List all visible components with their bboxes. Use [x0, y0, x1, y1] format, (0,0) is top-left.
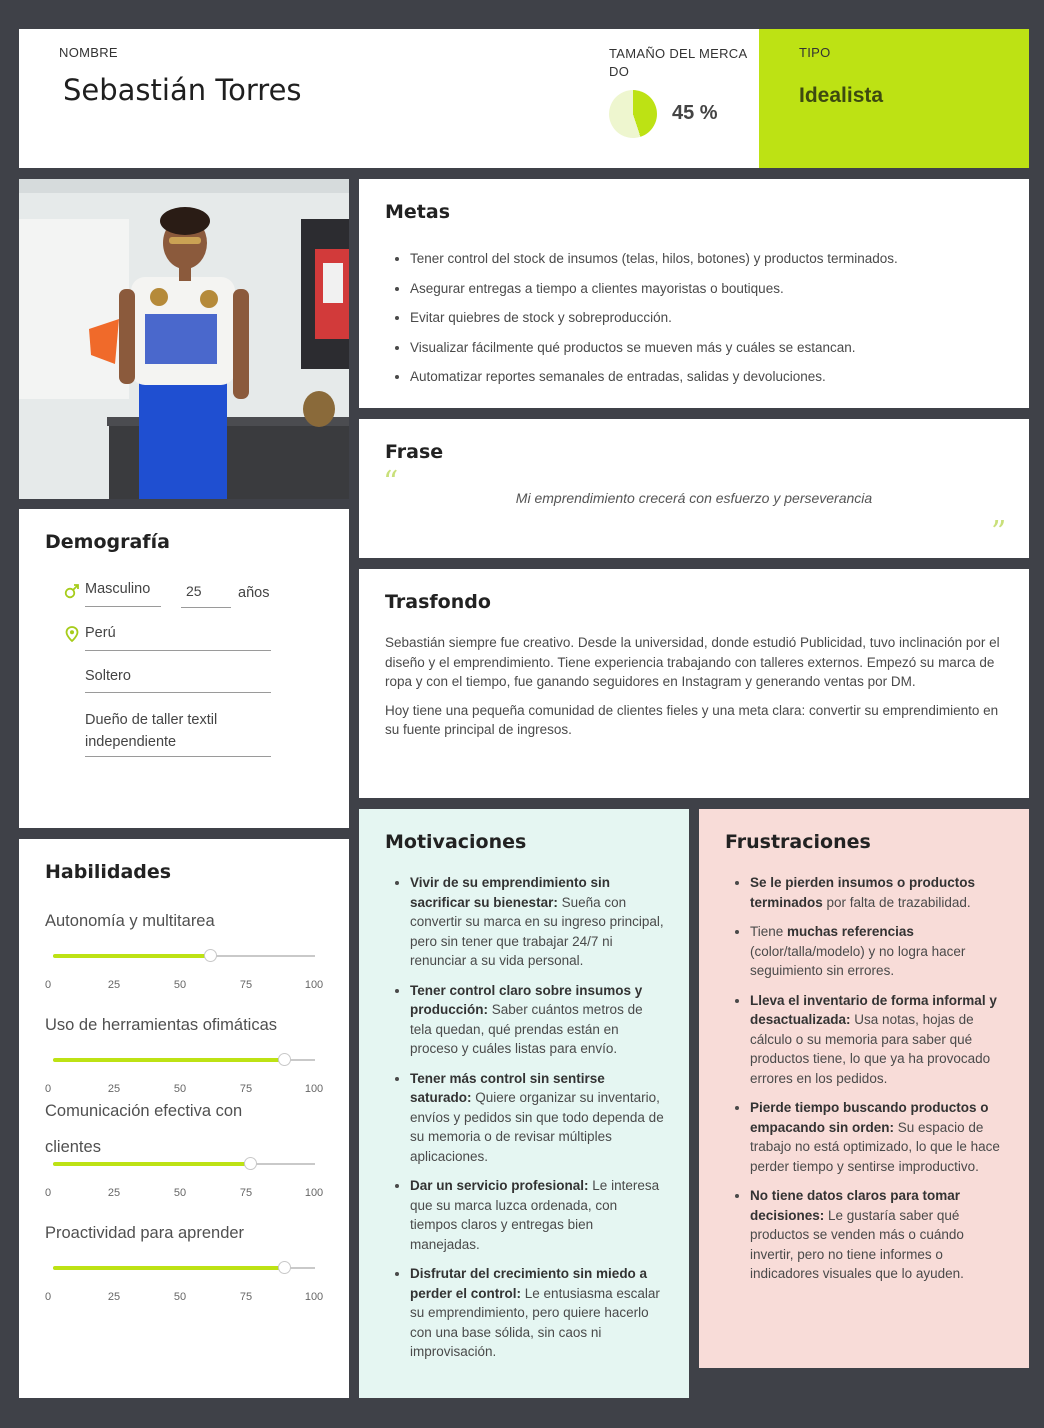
motivation-item: Tener control claro sobre insumos y prod…	[410, 981, 665, 1059]
type-value: Idealista	[799, 84, 884, 107]
goal-item: Asegurar entregas a tiempo a clientes ma…	[410, 274, 1010, 304]
goals-list: Tener control del stock de insumos (tela…	[410, 244, 1010, 392]
frustration-item: Lleva el inventario de forma informal y …	[750, 991, 1005, 1089]
skill-label: Comunicación efectiva con clientes	[45, 1102, 243, 1156]
scale-tick: 50	[173, 1291, 187, 1303]
demographics-title: Demografía	[45, 531, 170, 553]
goal-item: Evitar quiebres de stock y sobreproducci…	[410, 303, 1010, 333]
background-paragraph: Hoy tiene una pequeña comunidad de clien…	[385, 702, 999, 738]
skill-slider	[53, 1157, 315, 1170]
scale-tick: 75	[239, 1187, 253, 1199]
scale-tick: 50	[173, 979, 187, 991]
quote-title: Frase	[385, 441, 444, 463]
quote-text: Mi emprendimiento crecerá con esfuerzo y…	[515, 490, 873, 506]
skill-slider-knob	[277, 1261, 291, 1274]
frustration-heading: muchas referencias	[787, 924, 914, 939]
skill-row: Comunicación efectiva con clientes 0 25 …	[45, 1093, 335, 1199]
market-size-pie	[609, 90, 657, 138]
demographics-card: Demografía Masculino 25 años Perú Solter…	[19, 509, 349, 828]
scale-tick: 100	[304, 1187, 324, 1199]
frustration-item: Tiene muchas referencias (color/talla/mo…	[750, 922, 1005, 981]
frustration-text: (color/talla/modelo) y no logra hacer se…	[750, 943, 966, 979]
skill-slider-fill	[53, 954, 211, 958]
skill-slider-fill	[53, 1266, 284, 1270]
persona-name: Sebastián Torres	[63, 73, 302, 107]
frustrations-title: Frustraciones	[725, 831, 871, 853]
location-pin-icon	[65, 626, 79, 642]
market-size-caption: TAMAÑO DEL MERCADO	[609, 46, 748, 79]
goals-title: Metas	[385, 201, 451, 223]
scale-tick: 0	[45, 1187, 52, 1199]
frustration-item: No tiene datos claros para tomar decisio…	[750, 1186, 1005, 1284]
skill-label: Autonomía y multitarea	[45, 912, 215, 930]
type-card: TIPO Idealista	[759, 29, 1029, 168]
skill-slider-knob	[204, 949, 218, 962]
scale-tick: 100	[304, 1291, 324, 1303]
background-title: Trasfondo	[385, 591, 491, 613]
country-field: Perú	[85, 625, 271, 651]
goal-item: Visualizar fácilmente qué productos se m…	[410, 333, 1010, 363]
scale-tick: 0	[45, 979, 52, 991]
skill-row: Proactividad para aprender 0 25 50 75 10…	[45, 1215, 335, 1303]
skill-slider	[53, 1053, 315, 1066]
name-caption: NOMBRE	[59, 45, 118, 60]
skill-label: Uso de herramientas ofimáticas	[45, 1016, 278, 1034]
goal-item: Automatizar reportes semanales de entrad…	[410, 362, 1010, 392]
gender-field: Masculino	[85, 581, 161, 607]
skill-slider-fill	[53, 1058, 284, 1062]
marital-status-field: Soltero	[85, 668, 271, 693]
frustration-item: Se le pierden insumos o productos termin…	[750, 873, 1005, 912]
skill-slider-fill	[53, 1162, 250, 1166]
motivations-card: Motivaciones Vivir de su emprendimiento …	[359, 809, 689, 1398]
motivation-item: Disfrutar del crecimiento sin miedo a pe…	[410, 1264, 665, 1362]
motivation-heading: Dar un servicio profesional:	[410, 1178, 589, 1193]
header-card: NOMBRE Sebastián Torres TAMAÑO DEL MERCA…	[19, 29, 759, 168]
scale-tick: 50	[173, 1187, 187, 1199]
scale-tick: 100	[304, 979, 324, 991]
frustration-pre: Tiene	[750, 924, 788, 939]
skill-row: Uso de herramientas ofimáticas 0 25 50 7…	[45, 1007, 335, 1095]
goal-item: Tener control del stock de insumos (tela…	[410, 244, 1010, 274]
close-quote-icon: ”	[991, 515, 1007, 550]
frustrations-card: Frustraciones Se le pierden insumos o pr…	[699, 809, 1029, 1368]
type-caption: TIPO	[799, 45, 831, 60]
scale-tick: 75	[239, 1291, 253, 1303]
skill-slider-knob	[243, 1157, 257, 1170]
motivations-list: Vivir de su emprendimiento sin sacrifica…	[410, 873, 665, 1372]
scale-tick: 25	[107, 1187, 121, 1199]
scale-tick: 75	[239, 979, 253, 991]
skill-row: Autonomía y multitarea 0 25 50 75 100	[45, 903, 335, 991]
quote-card: Frase “ Mi emprendimiento crecerá con es…	[359, 419, 1029, 558]
motivation-item: Dar un servicio profesional: Le interesa…	[410, 1176, 665, 1254]
skill-slider	[53, 949, 315, 962]
skills-title: Habilidades	[45, 861, 172, 883]
age-field: 25	[181, 583, 231, 608]
motivation-item: Tener más control sin sentirse saturado:…	[410, 1069, 665, 1167]
frustration-item: Pierde tiempo buscando productos o empac…	[750, 1098, 1005, 1176]
frustrations-list: Se le pierden insumos o productos termin…	[750, 873, 1005, 1294]
motivation-item: Vivir de su emprendimiento sin sacrifica…	[410, 873, 665, 971]
background-card: Trasfondo Sebastián siempre fue creativo…	[359, 569, 1029, 798]
market-size-value: 45 %	[672, 102, 718, 124]
frustration-text: por falta de trazabilidad.	[822, 894, 971, 910]
motivations-title: Motivaciones	[385, 831, 527, 853]
skills-card: Habilidades Autonomía y multitarea 0 25 …	[19, 839, 349, 1398]
scale-tick: 0	[45, 1291, 52, 1303]
persona-photo	[19, 179, 349, 499]
scale-tick: 25	[107, 979, 121, 991]
male-icon	[64, 584, 79, 599]
scale-tick: 25	[107, 1291, 121, 1303]
skill-label: Proactividad para aprender	[45, 1224, 245, 1242]
skill-slider-knob	[277, 1053, 291, 1066]
skill-slider	[53, 1261, 315, 1274]
goals-card: Metas Tener control del stock de insumos…	[359, 179, 1029, 408]
background-paragraph: Sebastián siempre fue creativo. Desde la…	[385, 635, 1000, 690]
occupation-field: Dueño de taller textil independiente	[85, 709, 271, 757]
age-unit: años	[238, 585, 270, 601]
